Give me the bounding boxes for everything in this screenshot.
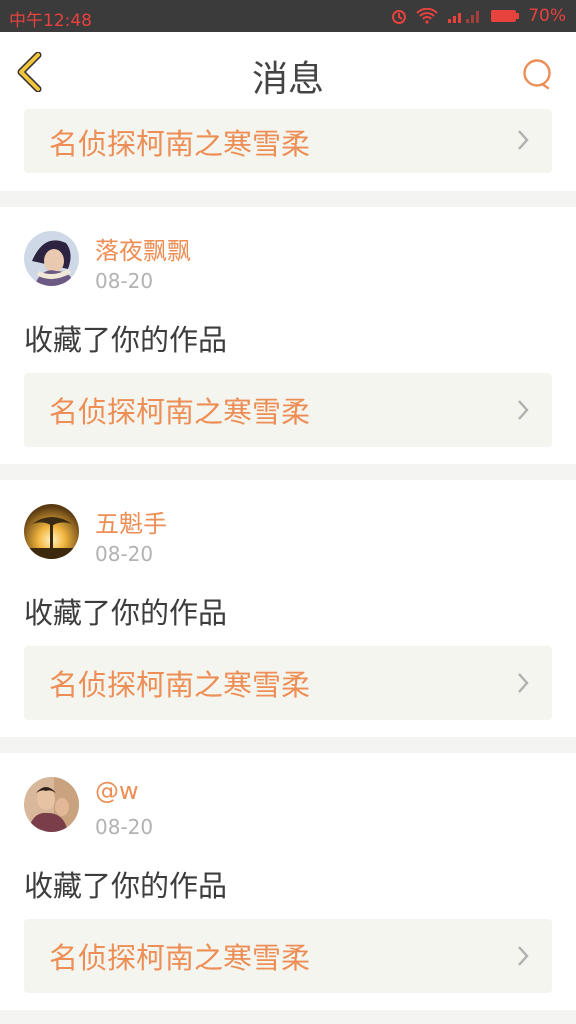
user-name[interactable]: 落夜飘飘 — [95, 231, 191, 266]
status-icons: 70% — [390, 6, 566, 26]
avatar[interactable] — [24, 231, 79, 286]
work-title: 名侦探柯南之寒雪柔 — [49, 668, 311, 702]
chevron-right-icon — [518, 946, 529, 966]
message-text: 收藏了你的作品 — [24, 323, 228, 357]
message-card: 名侦探柯南之寒雪柔 — [0, 99, 576, 191]
message-date: 08-20 — [95, 269, 154, 293]
work-link[interactable]: 名侦探柯南之寒雪柔 — [24, 919, 552, 993]
chevron-right-icon — [518, 130, 529, 150]
app-header: 消息 — [0, 32, 576, 108]
work-link[interactable]: 名侦探柯南之寒雪柔 — [24, 373, 552, 447]
status-time: 中午12:48 — [9, 11, 92, 31]
avatar[interactable] — [24, 777, 79, 832]
status-bar: 中午12:48 70% — [0, 0, 576, 32]
work-link[interactable]: 名侦探柯南之寒雪柔 — [24, 109, 552, 173]
wifi-icon — [416, 8, 438, 24]
message-date: 08-20 — [95, 542, 154, 566]
work-title: 名侦探柯南之寒雪柔 — [49, 395, 311, 429]
avatar[interactable] — [24, 504, 79, 559]
search-icon[interactable] — [522, 58, 554, 90]
user-name[interactable]: 五魁手 — [95, 504, 167, 539]
chevron-right-icon — [518, 400, 529, 420]
page-title: 消息 — [251, 59, 324, 100]
alarm-icon — [392, 10, 407, 24]
user-row[interactable]: 落夜飘飘 08-20 — [24, 231, 564, 293]
work-title: 名侦探柯南之寒雪柔 — [49, 127, 311, 161]
message-text: 收藏了你的作品 — [24, 596, 228, 630]
message-text: 收藏了你的作品 — [24, 869, 228, 903]
message-card: 五魁手 08-20 收藏了你的作品 名侦探柯南之寒雪柔 — [0, 480, 576, 737]
signal-icon — [448, 11, 480, 23]
work-title: 名侦探柯南之寒雪柔 — [49, 941, 311, 975]
user-row[interactable]: 五魁手 08-20 — [24, 504, 564, 566]
work-link[interactable]: 名侦探柯南之寒雪柔 — [24, 646, 552, 720]
user-row[interactable]: @w 08-20 — [24, 777, 564, 839]
battery-percent: 70% — [528, 6, 566, 26]
message-date: 08-20 — [95, 815, 154, 839]
chevron-right-icon — [518, 673, 529, 693]
message-card: 落夜飘飘 08-20 收藏了你的作品 名侦探柯南之寒雪柔 — [0, 207, 576, 464]
message-card: @w 08-20 收藏了你的作品 名侦探柯南之寒雪柔 — [0, 753, 576, 1010]
battery-icon — [491, 10, 520, 22]
user-name[interactable]: @w — [95, 777, 139, 805]
